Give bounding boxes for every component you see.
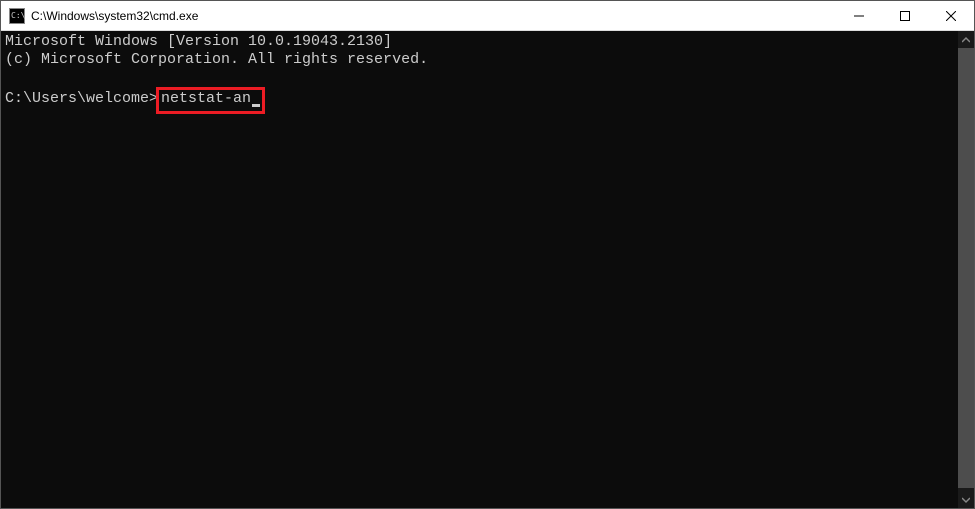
command-text: netstat-an xyxy=(161,90,251,107)
scroll-down-button[interactable] xyxy=(958,491,974,508)
cursor xyxy=(252,104,260,107)
window-controls xyxy=(836,1,974,30)
copyright-line: (c) Microsoft Corporation. All rights re… xyxy=(5,51,428,68)
close-icon xyxy=(946,11,956,21)
scroll-thumb[interactable] xyxy=(958,48,974,488)
minimize-button[interactable] xyxy=(836,1,882,30)
scroll-up-button[interactable] xyxy=(958,31,974,48)
chevron-down-icon xyxy=(962,496,970,504)
terminal-area: Microsoft Windows [Version 10.0.19043.21… xyxy=(1,31,974,508)
cmd-icon: C:\ xyxy=(9,8,25,24)
maximize-icon xyxy=(900,11,910,21)
version-line: Microsoft Windows [Version 10.0.19043.21… xyxy=(5,33,392,50)
vertical-scrollbar[interactable] xyxy=(958,31,974,508)
titlebar[interactable]: C:\ C:\Windows\system32\cmd.exe xyxy=(1,1,974,31)
command-highlight: netstat-an xyxy=(156,87,265,114)
window-title: C:\Windows\system32\cmd.exe xyxy=(31,9,836,23)
cmd-window: C:\ C:\Windows\system32\cmd.exe Microsof… xyxy=(0,0,975,509)
close-button[interactable] xyxy=(928,1,974,30)
minimize-icon xyxy=(854,11,864,21)
prompt: C:\Users\welcome> xyxy=(5,90,158,107)
terminal[interactable]: Microsoft Windows [Version 10.0.19043.21… xyxy=(1,31,958,508)
chevron-up-icon xyxy=(962,36,970,44)
maximize-button[interactable] xyxy=(882,1,928,30)
